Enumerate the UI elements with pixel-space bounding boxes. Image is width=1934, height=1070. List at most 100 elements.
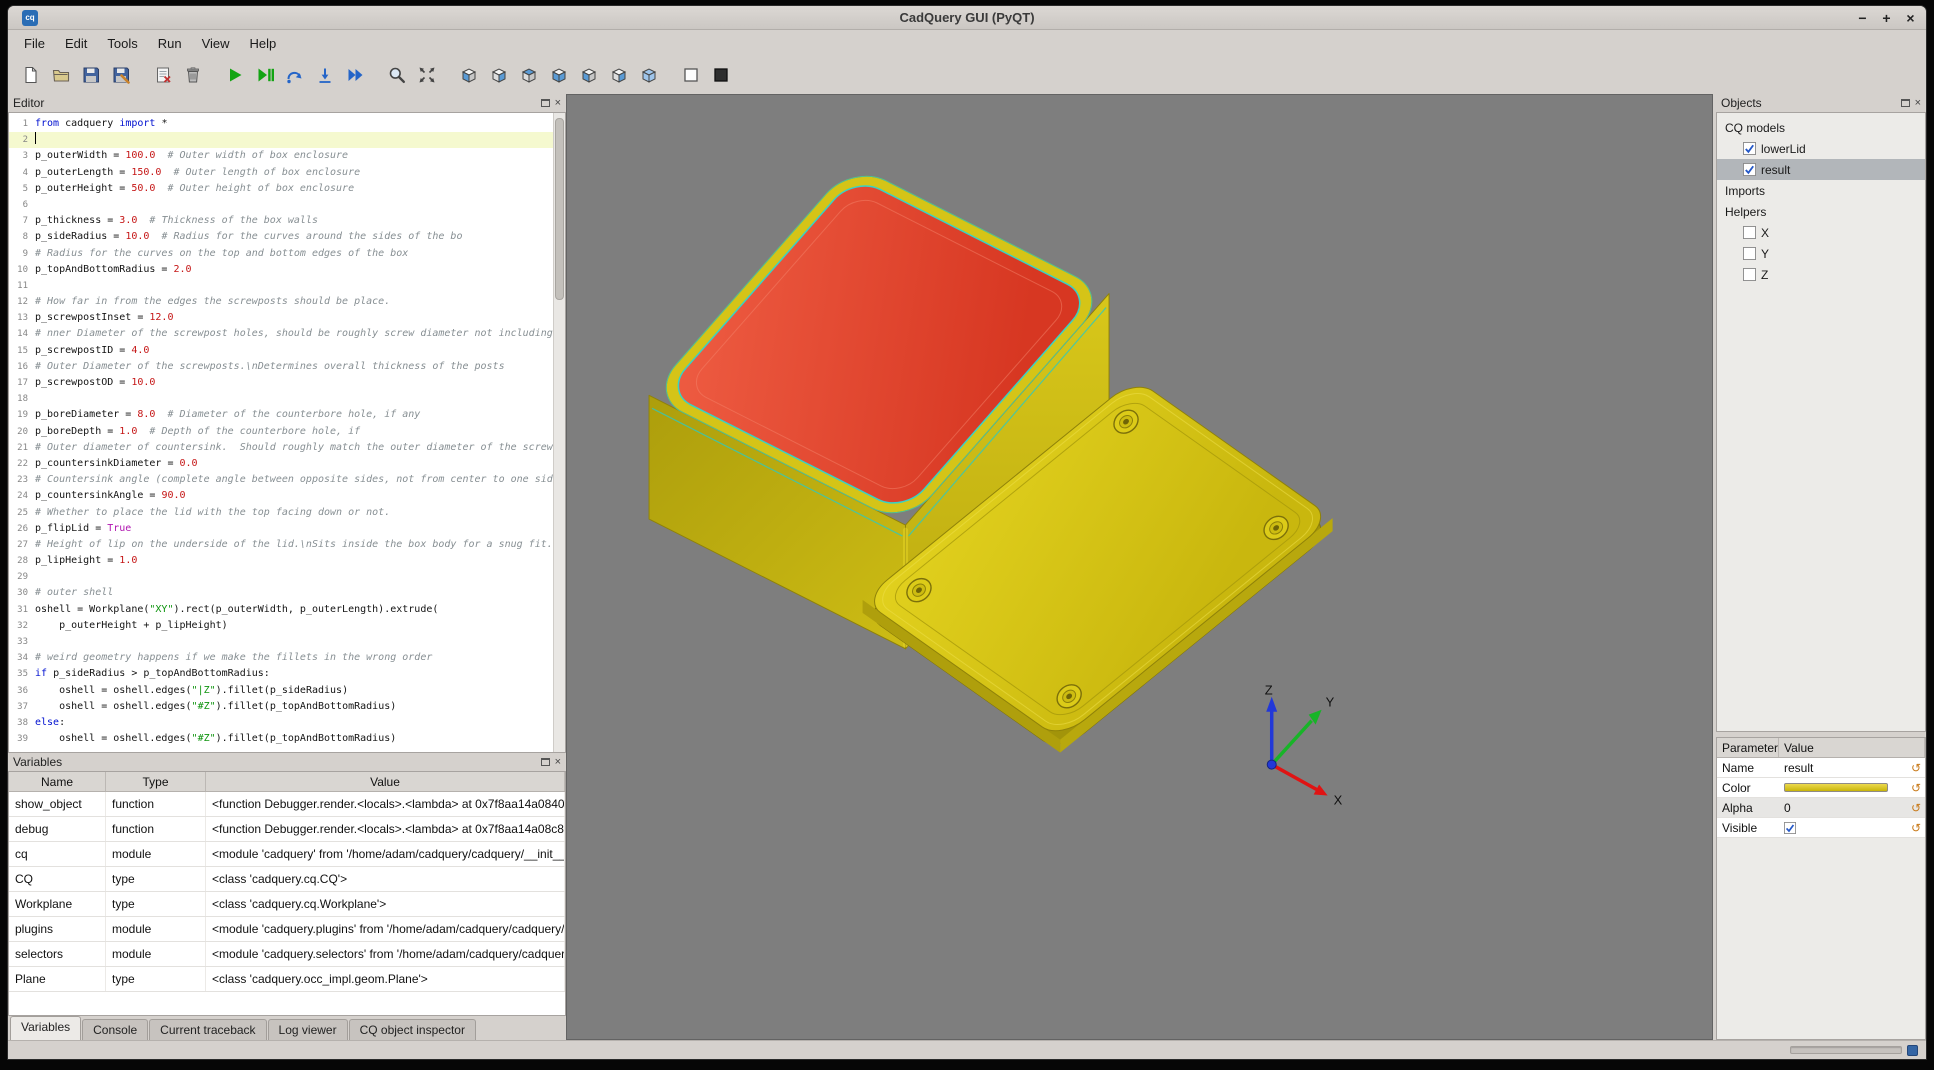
tree-item-z[interactable]: Z bbox=[1717, 264, 1925, 285]
table-row[interactable]: CQtype<class 'cadquery.cq.CQ'> bbox=[9, 867, 565, 892]
code-line[interactable]: 15p_screwpostID = 4.0 bbox=[9, 343, 553, 359]
code-line[interactable]: 10p_topAndBottomRadius = 2.0 bbox=[9, 262, 553, 278]
parameters-column-header[interactable]: Parameter bbox=[1717, 738, 1779, 757]
code-line[interactable]: 34# weird geometry happens if we make th… bbox=[9, 650, 553, 666]
code-line[interactable]: 1from cadquery import * bbox=[9, 116, 553, 132]
view-front-button[interactable] bbox=[455, 62, 482, 89]
editor-scrollbar-thumb[interactable] bbox=[555, 118, 564, 300]
code-line[interactable]: 16# Outer Diameter of the screwposts.\nD… bbox=[9, 359, 553, 375]
visible-checkbox[interactable] bbox=[1784, 822, 1796, 834]
tab-console[interactable]: Console bbox=[82, 1019, 148, 1040]
view-ortho-button[interactable] bbox=[677, 62, 704, 89]
code-line[interactable]: 18 bbox=[9, 391, 553, 407]
maximize-button[interactable]: + bbox=[1879, 10, 1894, 26]
menu-help[interactable]: Help bbox=[240, 33, 287, 54]
variables-column-header[interactable]: Value bbox=[206, 772, 565, 791]
code-line[interactable]: 20p_boreDepth = 1.0 # Depth of the count… bbox=[9, 424, 553, 440]
parameter-row-name[interactable]: Nameresult↺ bbox=[1717, 758, 1925, 778]
parameter-value[interactable] bbox=[1779, 822, 1907, 834]
code-line[interactable]: 3p_outerWidth = 100.0 # Outer width of b… bbox=[9, 148, 553, 164]
tree-item-cq-models[interactable]: CQ models bbox=[1717, 117, 1925, 138]
step-into-button[interactable] bbox=[311, 62, 338, 89]
step-over-button[interactable] bbox=[281, 62, 308, 89]
menu-view[interactable]: View bbox=[192, 33, 240, 54]
tree-item-checkbox[interactable] bbox=[1743, 226, 1756, 239]
editor-close-button[interactable]: × bbox=[555, 98, 561, 108]
menu-file[interactable]: File bbox=[14, 33, 55, 54]
minimize-button[interactable]: − bbox=[1855, 10, 1870, 26]
code-line[interactable]: 25# Whether to place the lid with the to… bbox=[9, 505, 553, 521]
tree-item-checkbox[interactable] bbox=[1743, 142, 1756, 155]
code-line[interactable]: 28p_lipHeight = 1.0 bbox=[9, 553, 553, 569]
code-line[interactable]: 35if p_sideRadius > p_topAndBottomRadius… bbox=[9, 666, 553, 682]
variables-close-button[interactable]: × bbox=[555, 757, 561, 767]
continue-button[interactable] bbox=[341, 62, 368, 89]
code-line[interactable]: 21# Outer diameter of countersink. Shoul… bbox=[9, 440, 553, 456]
clear-button[interactable] bbox=[149, 62, 176, 89]
tab-variables[interactable]: Variables bbox=[10, 1016, 81, 1040]
menu-edit[interactable]: Edit bbox=[55, 33, 97, 54]
table-row[interactable]: show_objectfunction<function Debugger.re… bbox=[9, 792, 565, 817]
titlebar[interactable]: cq CadQuery GUI (PyQT) − + × bbox=[8, 6, 1926, 30]
tree-item-imports[interactable]: Imports bbox=[1717, 180, 1925, 201]
open-file-button[interactable] bbox=[47, 62, 74, 89]
code-line[interactable]: 26p_flipLid = True bbox=[9, 521, 553, 537]
code-line[interactable]: 29 bbox=[9, 569, 553, 585]
reset-button[interactable]: ↺ bbox=[1907, 818, 1925, 838]
editor-scrollbar[interactable] bbox=[553, 113, 565, 752]
parameter-row-visible[interactable]: Visible↺ bbox=[1717, 818, 1925, 838]
variables-column-header[interactable]: Name bbox=[9, 772, 106, 791]
code-line[interactable]: 23# Countersink angle (complete angle be… bbox=[9, 472, 553, 488]
code-line[interactable]: 39 oshell = oshell.edges("#Z").fillet(p_… bbox=[9, 731, 553, 747]
tree-item-checkbox[interactable] bbox=[1743, 247, 1756, 260]
render-button[interactable] bbox=[221, 62, 248, 89]
code-line[interactable]: 9# Radius for the curves on the top and … bbox=[9, 246, 553, 262]
view-iso-button[interactable] bbox=[635, 62, 662, 89]
parameter-value[interactable] bbox=[1779, 783, 1907, 792]
code-line[interactable]: 7p_thickness = 3.0 # Thickness of the bo… bbox=[9, 213, 553, 229]
save-button[interactable] bbox=[77, 62, 104, 89]
table-row[interactable]: Planetype<class 'cadquery.occ_impl.geom.… bbox=[9, 967, 565, 992]
debug-button[interactable] bbox=[251, 62, 278, 89]
code-line[interactable]: 32 p_outerHeight + p_lipHeight) bbox=[9, 618, 553, 634]
zoom-button[interactable] bbox=[383, 62, 410, 89]
code-line[interactable]: 27# Height of lip on the underside of th… bbox=[9, 537, 553, 553]
tree-item-y[interactable]: Y bbox=[1717, 243, 1925, 264]
view-right-button[interactable] bbox=[605, 62, 632, 89]
variables-column-header[interactable]: Type bbox=[106, 772, 206, 791]
tree-item-helpers[interactable]: Helpers bbox=[1717, 201, 1925, 222]
code-line[interactable]: 17p_screwpostOD = 10.0 bbox=[9, 375, 553, 391]
status-indicator[interactable] bbox=[1907, 1045, 1918, 1056]
tree-item-checkbox[interactable] bbox=[1743, 268, 1756, 281]
view-back-button[interactable] bbox=[485, 62, 512, 89]
editor-float-button[interactable] bbox=[541, 99, 550, 107]
color-swatch[interactable] bbox=[1784, 783, 1888, 792]
objects-float-button[interactable] bbox=[1901, 99, 1910, 107]
table-row[interactable]: Workplanetype<class 'cadquery.cq.Workpla… bbox=[9, 892, 565, 917]
viewport-3d[interactable]: Z Y X bbox=[566, 94, 1713, 1040]
code-line[interactable]: 13p_screwpostInset = 12.0 bbox=[9, 310, 553, 326]
table-row[interactable]: pluginsmodule<module 'cadquery.plugins' … bbox=[9, 917, 565, 942]
code-line[interactable]: 37 oshell = oshell.edges("#Z").fillet(p_… bbox=[9, 699, 553, 715]
reset-button[interactable]: ↺ bbox=[1907, 758, 1925, 778]
view-shaded-button[interactable] bbox=[707, 62, 734, 89]
view-top-button[interactable] bbox=[515, 62, 542, 89]
parameter-row-alpha[interactable]: Alpha0↺ bbox=[1717, 798, 1925, 818]
code-line[interactable]: 6 bbox=[9, 197, 553, 213]
code-line[interactable]: 19p_boreDiameter = 8.0 # Diameter of the… bbox=[9, 407, 553, 423]
tab-log-viewer[interactable]: Log viewer bbox=[268, 1019, 348, 1040]
menu-run[interactable]: Run bbox=[148, 33, 192, 54]
code-line[interactable]: 5p_outerHeight = 50.0 # Outer height of … bbox=[9, 181, 553, 197]
code-line[interactable]: 36 oshell = oshell.edges("|Z").fillet(p_… bbox=[9, 683, 553, 699]
code-line[interactable]: 24p_countersinkAngle = 90.0 bbox=[9, 488, 553, 504]
parameter-row-color[interactable]: Color↺ bbox=[1717, 778, 1925, 798]
objects-close-button[interactable]: × bbox=[1915, 98, 1921, 108]
reset-button[interactable]: ↺ bbox=[1907, 798, 1925, 818]
save-as-button[interactable] bbox=[107, 62, 134, 89]
tree-item-checkbox[interactable] bbox=[1743, 163, 1756, 176]
tree-item-x[interactable]: X bbox=[1717, 222, 1925, 243]
tab-current-traceback[interactable]: Current traceback bbox=[149, 1019, 266, 1040]
code-line[interactable]: 31oshell = Workplane("XY").rect(p_outerW… bbox=[9, 602, 553, 618]
fit-all-button[interactable] bbox=[413, 62, 440, 89]
tree-item-lowerlid[interactable]: lowerLid bbox=[1717, 138, 1925, 159]
